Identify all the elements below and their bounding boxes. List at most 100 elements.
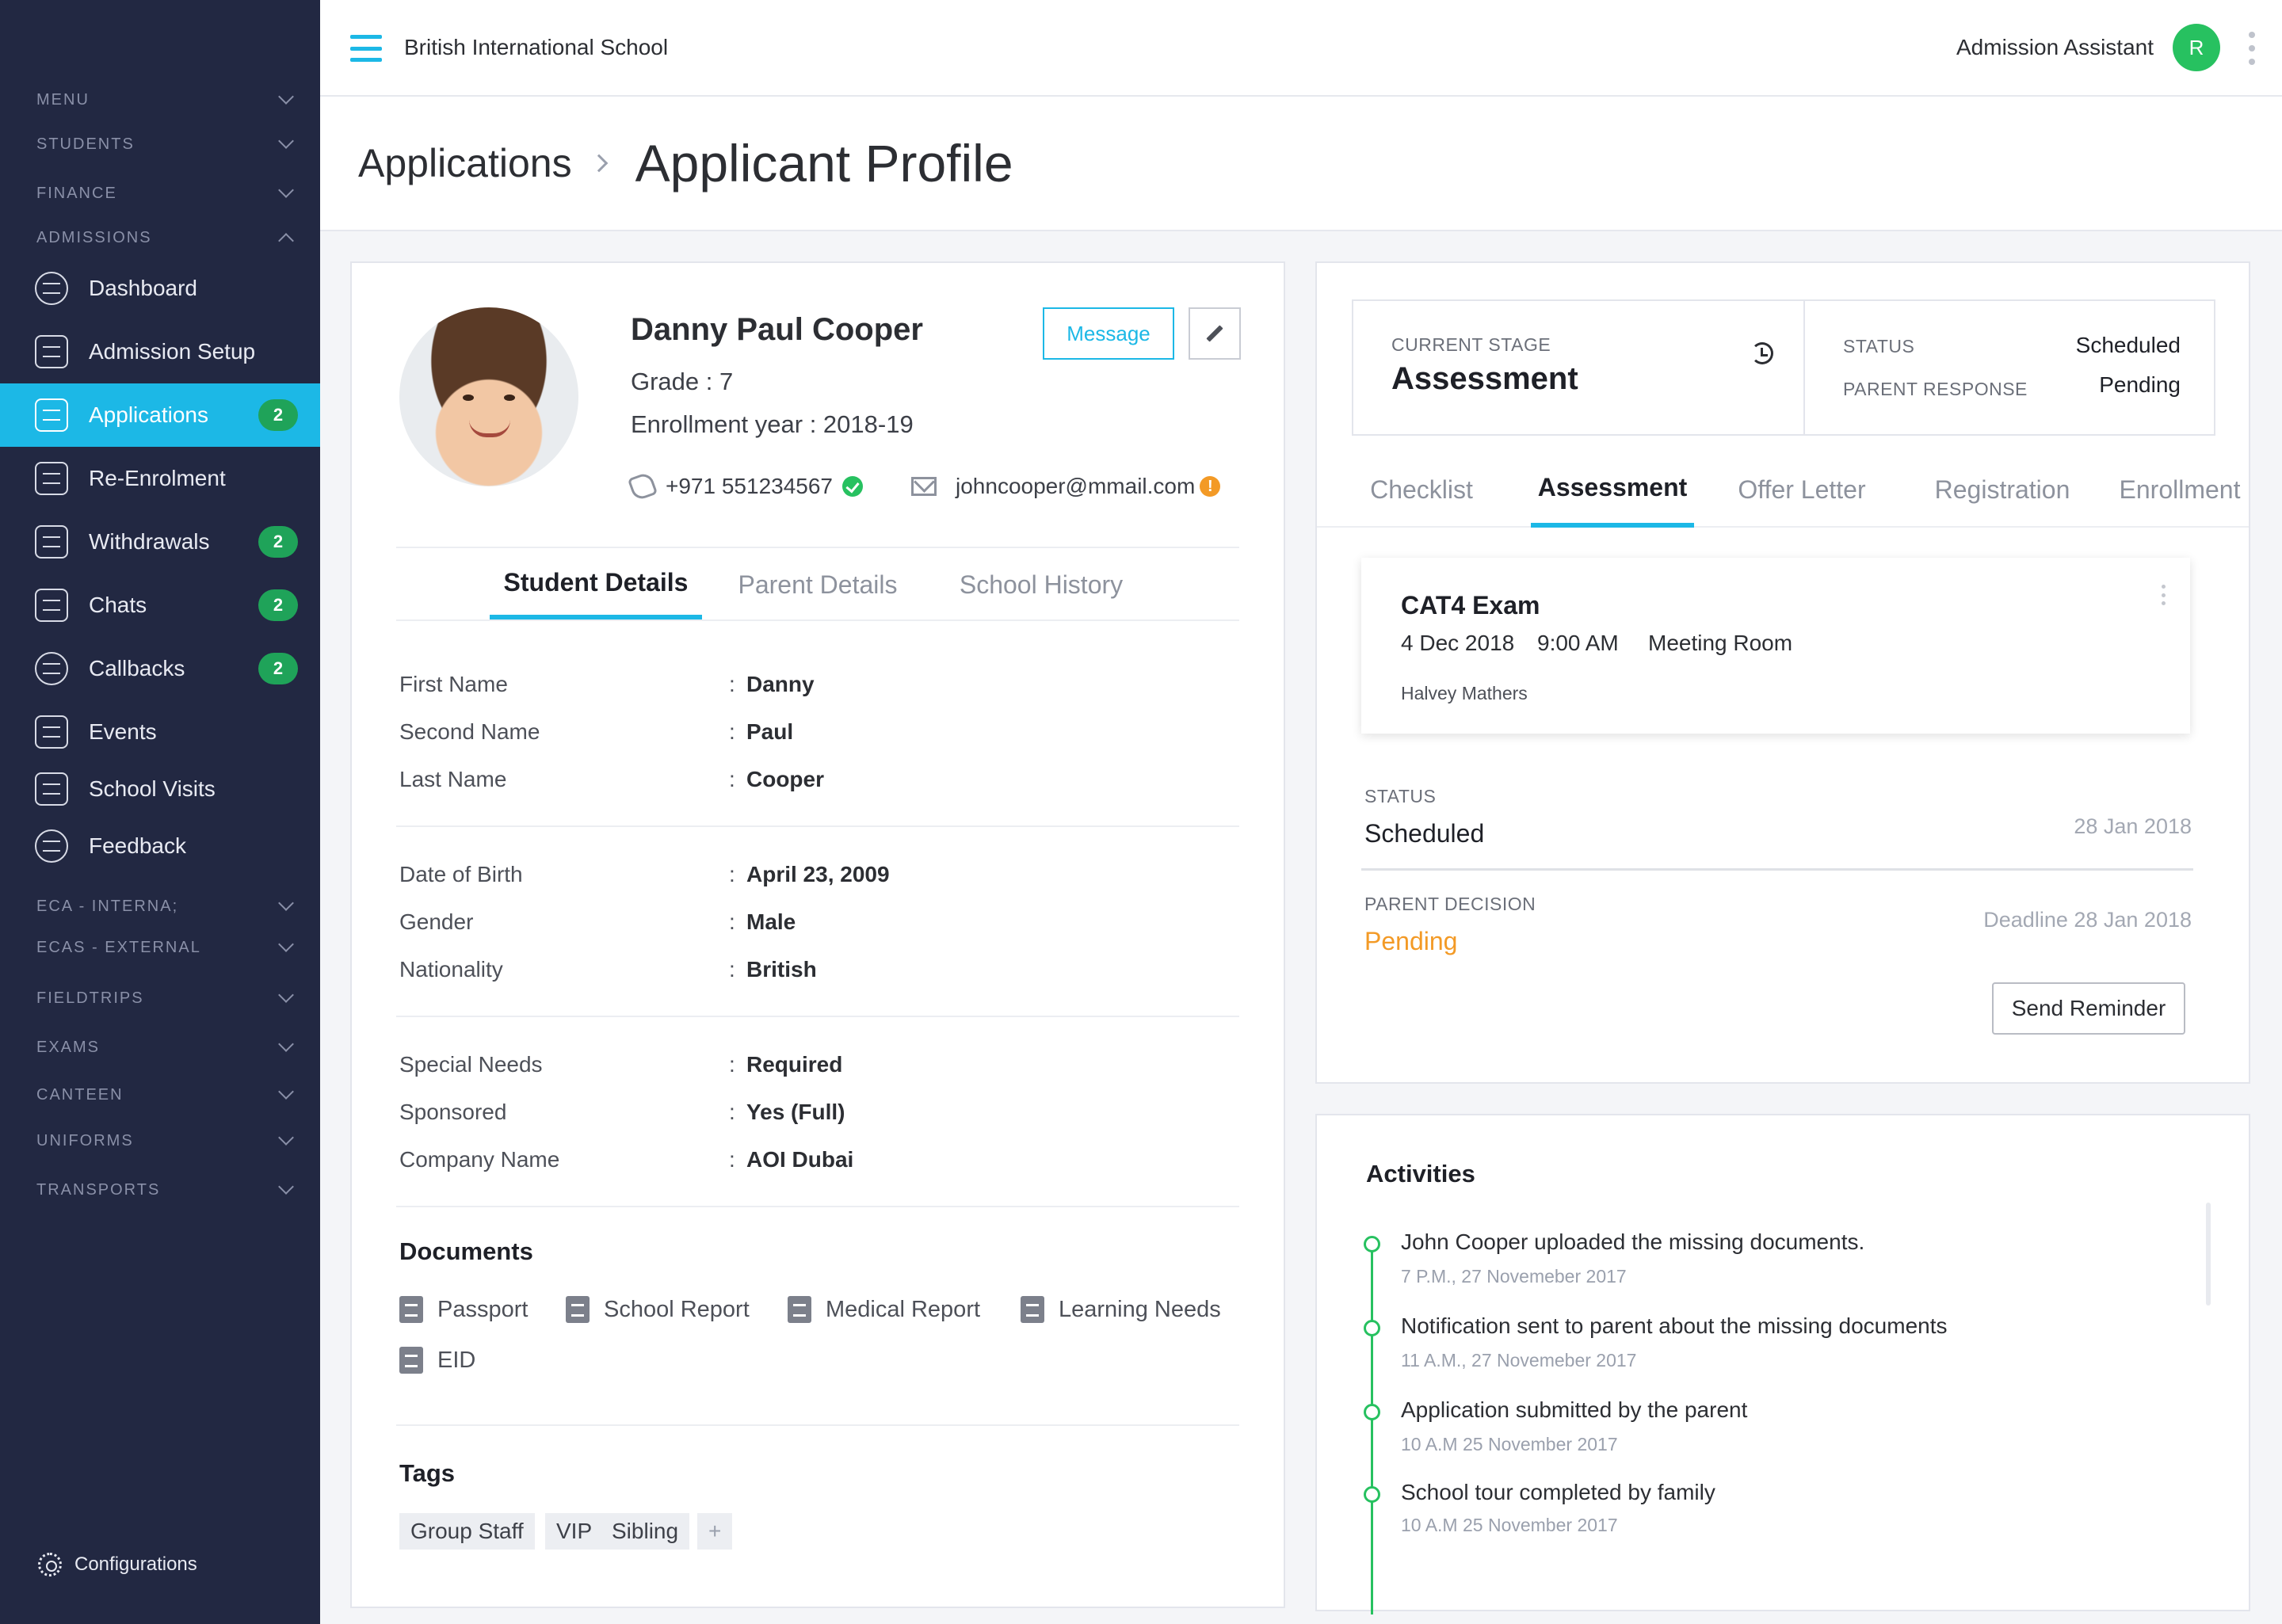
add-tag-button[interactable]: + xyxy=(697,1513,733,1550)
more-options-icon[interactable] xyxy=(2249,32,2255,65)
current-stage-label: CURRENT STAGE xyxy=(1391,334,1551,355)
breadcrumb-applications[interactable]: Applications xyxy=(358,140,572,186)
document-medical-report[interactable]: Medical Report xyxy=(788,1296,980,1323)
exam-card[interactable]: CAT4 Exam 4 Dec 2018 9:00 AM Meeting Roo… xyxy=(1361,558,2190,734)
tab-student-details[interactable]: Student Details xyxy=(490,550,702,619)
scrollbar[interactable] xyxy=(2206,1203,2211,1306)
divider xyxy=(396,825,1239,827)
tab-offer-letter[interactable]: Offer Letter xyxy=(1713,452,1891,528)
section-label: ECAS - EXTERNAL xyxy=(36,938,201,956)
sidebar-item-chats[interactable]: Chats 2 xyxy=(0,574,320,637)
status-block-label: STATUS xyxy=(1364,786,1437,806)
activity-text: School tour completed by family xyxy=(1401,1480,1715,1504)
divider xyxy=(396,1424,1239,1426)
tab-assessment[interactable]: Assessment xyxy=(1531,452,1694,528)
status-label: STATUS xyxy=(1843,336,1915,356)
first-name-value: Danny xyxy=(746,672,815,696)
avatar[interactable]: R xyxy=(2173,24,2220,71)
applications-icon xyxy=(35,398,68,432)
document-eid[interactable]: EID xyxy=(399,1347,475,1374)
sidebar-item-admission-setup[interactable]: Admission Setup xyxy=(0,320,320,383)
photo-smile xyxy=(469,420,510,437)
chevron-down-icon xyxy=(278,987,294,1003)
last-name-value: Cooper xyxy=(746,767,824,791)
section-label: ECA - INTERNA; xyxy=(36,897,179,915)
field-label: Second Name xyxy=(399,719,540,744)
chevron-down-icon xyxy=(278,182,294,198)
document-icon xyxy=(399,1296,423,1323)
send-reminder-button[interactable]: Send Reminder xyxy=(1992,982,2185,1035)
sidebar-item-feedback[interactable]: Feedback xyxy=(0,814,320,878)
chevron-right-icon xyxy=(590,154,608,173)
sidebar-item-callbacks[interactable]: Callbacks 2 xyxy=(0,637,320,700)
exam-title: CAT4 Exam xyxy=(1401,591,1540,619)
document-label: School Report xyxy=(604,1296,750,1322)
sidebar-section-admissions[interactable]: ADMISSIONS xyxy=(36,222,296,254)
sidebar-section-menu[interactable]: MENU xyxy=(36,84,296,116)
application-stage-card: CURRENT STAGE Assessment STATUS Schedule… xyxy=(1315,261,2250,1084)
stage-summary: CURRENT STAGE Assessment STATUS Schedule… xyxy=(1352,299,2215,436)
documents-title: Documents xyxy=(399,1237,533,1265)
current-stage-value: Assessment xyxy=(1391,361,1578,396)
sidebar-item-label: School Visits xyxy=(89,776,216,801)
hamburger-menu-icon[interactable] xyxy=(350,35,382,62)
phone-contact[interactable]: +971 551234567 xyxy=(627,471,863,502)
timeline-dot xyxy=(1364,1320,1380,1336)
sidebar-section-exams[interactable]: EXAMS xyxy=(36,1031,296,1063)
document-learning-needs[interactable]: Learning Needs xyxy=(1021,1296,1221,1323)
exam-examiner: Halvey Mathers xyxy=(1401,683,1528,703)
divider xyxy=(396,1206,1239,1207)
sidebar-section-fieldtrips[interactable]: FIELDTRIPS xyxy=(36,982,296,1014)
sidebar-item-re-enrolment[interactable]: Re-Enrolment xyxy=(0,447,320,510)
section-label: CANTEEN xyxy=(36,1085,124,1104)
tab-checklist[interactable]: Checklist xyxy=(1357,452,1486,528)
document-icon xyxy=(399,1347,423,1374)
document-school-report[interactable]: School Report xyxy=(566,1296,750,1323)
second-name-value: Paul xyxy=(746,719,794,744)
date-of-birth-value: April 23, 2009 xyxy=(746,862,890,886)
tab-registration[interactable]: Registration xyxy=(1910,452,2095,528)
tab-school-history[interactable]: School History xyxy=(932,550,1151,619)
document-passport[interactable]: Passport xyxy=(399,1296,528,1323)
verified-check-icon xyxy=(842,476,863,497)
sidebar-section-ecas-external[interactable]: ECAS - EXTERNAL xyxy=(36,932,296,963)
tab-parent-details[interactable]: Parent Details xyxy=(723,550,913,619)
timeline-dot xyxy=(1364,1236,1380,1252)
sidebar-item-withdrawals[interactable]: Withdrawals 2 xyxy=(0,510,320,574)
sidebar-item-dashboard[interactable]: Dashboard xyxy=(0,257,320,320)
document-label: Medical Report xyxy=(826,1296,981,1322)
sidebar-item-events[interactable]: Events xyxy=(0,700,320,764)
status-date: 28 Jan 2018 xyxy=(2074,814,2192,838)
sidebar-section-students[interactable]: STUDENTS xyxy=(36,128,296,160)
document-icon xyxy=(1021,1296,1044,1323)
mail-icon xyxy=(911,477,937,496)
sidebar-section-transports[interactable]: TRANSPORTS xyxy=(36,1174,296,1206)
edit-button[interactable] xyxy=(1189,307,1241,360)
field-label: Gender xyxy=(399,909,474,934)
sidebar-section-canteen[interactable]: CANTEEN xyxy=(36,1079,296,1111)
section-label: FIELDTRIPS xyxy=(36,989,144,1007)
tag-chip[interactable]: Group Staff xyxy=(399,1513,535,1550)
history-icon[interactable] xyxy=(1751,342,1773,364)
field-colon: : xyxy=(729,1147,735,1172)
admission-setup-icon xyxy=(35,335,68,368)
sidebar-item-applications[interactable]: Applications 2 xyxy=(0,383,320,447)
field-label: First Name xyxy=(399,672,508,696)
message-button[interactable]: Message xyxy=(1043,307,1174,360)
sidebar-item-school-visits[interactable]: School Visits xyxy=(0,757,320,821)
profile-tabs: Student Details Parent Details School Hi… xyxy=(396,550,1239,621)
tag-chip[interactable]: VIP xyxy=(545,1513,604,1550)
activity-time: 10 A.M 25 November 2017 xyxy=(1401,1515,1618,1535)
count-badge: 2 xyxy=(258,399,298,431)
tab-enrollment[interactable]: Enrollment xyxy=(2109,452,2250,528)
field-label: Sponsored xyxy=(399,1100,507,1124)
kebab-menu-icon[interactable] xyxy=(2162,585,2166,605)
sidebar-section-eca-internal[interactable]: ECA - INTERNA; xyxy=(36,890,296,922)
sidebar-section-finance[interactable]: FINANCE xyxy=(36,177,296,209)
email-contact[interactable]: johncooper@mmail.com ! xyxy=(911,474,1221,499)
sidebar-section-uniforms[interactable]: UNIFORMS xyxy=(36,1125,296,1157)
tag-chip[interactable]: Sibling xyxy=(601,1513,690,1550)
count-badge: 2 xyxy=(258,589,298,621)
divider xyxy=(396,1016,1239,1017)
configurations-link[interactable]: Configurations xyxy=(38,1553,197,1576)
